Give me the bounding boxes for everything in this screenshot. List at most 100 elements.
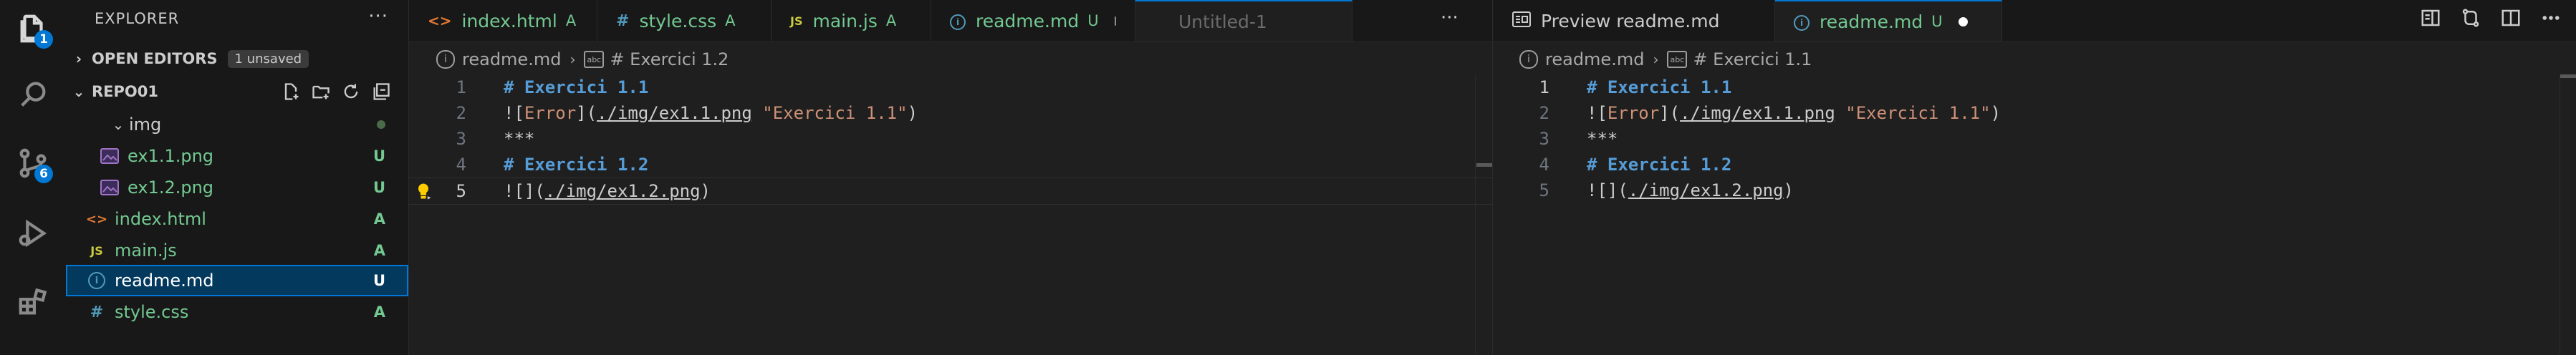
line-number: 2	[1539, 103, 1549, 123]
editor-group-left: <> index.html A # style.css A JS main.js…	[409, 0, 1493, 355]
source-control-icon[interactable]: 6	[14, 145, 53, 183]
tree-item-img[interactable]: ⌄ img	[66, 109, 408, 140]
editor-actions	[2420, 7, 2562, 29]
git-status: A	[725, 12, 736, 29]
open-editors-section[interactable]: › OPEN EDITORS 1 unsaved	[66, 44, 408, 73]
tree-item-label: index.html	[115, 209, 206, 229]
code-line: 1 # Exercici 1.1	[1494, 74, 2576, 100]
breadcrumb-file[interactable]: readme.md	[462, 49, 561, 69]
extensions-icon[interactable]	[14, 283, 52, 321]
breadcrumb-symbol[interactable]: # Exercici 1.2	[610, 49, 729, 69]
repo-label: REPO01	[92, 83, 158, 100]
chevron-down-icon: ⌄	[112, 116, 125, 133]
tab-readme-md-right[interactable]: i readme.md U	[1775, 0, 2002, 42]
git-status: U	[1931, 13, 1943, 30]
explorer-more-button[interactable]: ···	[368, 6, 388, 27]
tree-actions	[281, 77, 391, 106]
line-number: 3	[1539, 129, 1549, 149]
code-line: 2 ![Error](./img/ex1.1.png "Exercici 1.1…	[1494, 100, 2576, 126]
code-line: 2 ![Error](./img/ex1.1.png "Exercici 1.1…	[409, 100, 1492, 126]
search-icon[interactable]	[14, 76, 52, 113]
line-number: 1	[1539, 77, 1549, 97]
refresh-icon[interactable]	[341, 82, 361, 102]
explorer-badge: 1	[34, 30, 53, 49]
dirty-indicator[interactable]	[1114, 16, 1116, 26]
new-file-icon[interactable]	[281, 82, 301, 102]
code-line: 5 ![](./img/ex1.2.png)	[1494, 178, 2576, 203]
breadcrumb: i readme.md › abc # Exercici 1.1	[1519, 43, 1812, 76]
tab-label: Preview readme.md	[1541, 10, 1720, 31]
git-status: A	[373, 210, 385, 228]
code-line: 4 # Exercici 1.2	[1494, 152, 2576, 178]
tree-item-index-html[interactable]: <> index.html A	[66, 203, 408, 235]
tree-item-readme-md[interactable]: i readme.md U	[66, 265, 408, 296]
tree-item-ex1-1-png[interactable]: ex1.1.png U	[66, 140, 408, 172]
code-line: 1 # Exercici 1.1	[409, 74, 1492, 100]
tab-main-js[interactable]: JS main.js A	[772, 0, 931, 42]
tab-style-css[interactable]: # style.css A	[597, 0, 772, 42]
current-code-line: 5 ![](./img/ex1.2.png)	[409, 178, 1492, 205]
tab-label: Untitled-1	[1178, 11, 1267, 32]
tree-item-main-js[interactable]: JS main.js A	[66, 235, 408, 266]
line-number: 1	[456, 77, 466, 97]
code-text: ![](./img/ex1.2.png)	[1587, 180, 1794, 200]
code-text: ![](./img/ex1.2.png)	[504, 181, 711, 201]
git-status: A	[565, 12, 577, 29]
code-editor[interactable]: 1 # Exercici 1.1 2 ![Error](./img/ex1.1.…	[409, 74, 1492, 205]
code-line: 3 ***	[1494, 126, 2576, 152]
html-file-icon: <>	[428, 12, 452, 29]
tab-label: readme.md	[976, 10, 1080, 31]
compare-changes-icon[interactable]	[2460, 7, 2481, 29]
scrollbar-track[interactable]	[1475, 74, 1476, 355]
code-heading: # Exercici 1.1	[504, 77, 649, 97]
code-line: 4 # Exercici 1.2	[409, 152, 1492, 178]
chevron-right-icon: ›	[1653, 51, 1659, 68]
explorer-icon[interactable]: 1	[14, 10, 53, 49]
tab-label: readme.md	[1820, 11, 1923, 32]
code-editor[interactable]: 1 # Exercici 1.1 2 ![Error](./img/ex1.1.…	[1494, 74, 2576, 203]
tree-item-label: main.js	[115, 240, 177, 261]
line-number: 5	[1539, 180, 1549, 200]
dirty-indicator[interactable]	[1958, 16, 1968, 26]
tab-bar: <> index.html A # style.css A JS main.js…	[409, 0, 1492, 42]
code-text: ![Error](./img/ex1.1.png "Exercici 1.1")	[504, 103, 918, 123]
tab-index-html[interactable]: <> index.html A	[409, 0, 597, 42]
tab-label: main.js	[812, 10, 878, 31]
editor-more-button[interactable]: ···	[1441, 7, 1458, 29]
run-debug-icon[interactable]	[14, 215, 52, 252]
chevron-right-icon: ›	[75, 50, 82, 67]
git-status: U	[373, 179, 385, 196]
git-status: A	[373, 242, 385, 259]
code-text: ![Error](./img/ex1.1.png "Exercici 1.1")	[1587, 103, 2001, 123]
new-folder-icon[interactable]	[311, 82, 331, 102]
tree-item-label: img	[129, 115, 162, 135]
more-actions-icon[interactable]	[2540, 7, 2562, 29]
symbol-icon: abc	[584, 51, 605, 68]
tab-label: index.html	[461, 10, 557, 31]
tree-item-ex1-2-png[interactable]: ex1.2.png U	[66, 172, 408, 203]
code-text: ***	[504, 129, 535, 149]
scm-badge: 6	[34, 165, 53, 183]
line-number: 4	[1539, 155, 1549, 175]
collapse-all-icon[interactable]	[371, 82, 391, 102]
info-file-icon: i	[86, 270, 107, 291]
tree-item-label: readme.md	[115, 271, 214, 291]
git-status: A	[373, 303, 385, 321]
git-status: U	[373, 272, 385, 289]
tab-untitled-1[interactable]: Untitled-1	[1135, 0, 1352, 42]
tab-preview-readme[interactable]: Preview readme.md	[1494, 0, 1775, 42]
split-editor-icon[interactable]	[2500, 7, 2522, 29]
tree-item-label: style.css	[115, 302, 189, 322]
tree-item-style-css[interactable]: # style.css A	[66, 296, 408, 328]
tab-readme-md[interactable]: i readme.md U	[931, 0, 1135, 42]
lightbulb-icon[interactable]	[413, 181, 433, 201]
preview-icon	[1512, 11, 1531, 31]
open-preview-side-icon[interactable]	[2420, 7, 2441, 29]
unsaved-badge: 1 unsaved	[227, 49, 309, 68]
repo-section[interactable]: ⌄ REPO01	[66, 77, 408, 106]
html-file-icon: <>	[85, 211, 108, 227]
line-number: 3	[456, 129, 466, 149]
css-file-icon: #	[616, 11, 630, 30]
breadcrumb-file[interactable]: readme.md	[1545, 49, 1644, 69]
breadcrumb-symbol[interactable]: # Exercici 1.1	[1693, 49, 1812, 69]
